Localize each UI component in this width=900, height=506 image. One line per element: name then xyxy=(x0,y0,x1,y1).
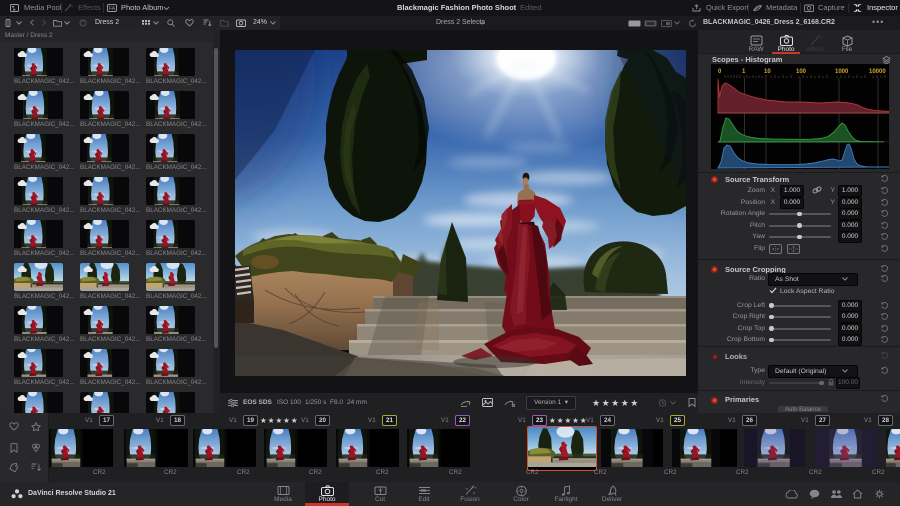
svg-text:1000: 1000 xyxy=(835,69,849,75)
svg-text:10: 10 xyxy=(764,69,771,75)
svg-text:10000: 10000 xyxy=(869,69,886,75)
svg-text:FA: FA xyxy=(109,6,116,12)
svg-text:100: 100 xyxy=(796,69,807,75)
